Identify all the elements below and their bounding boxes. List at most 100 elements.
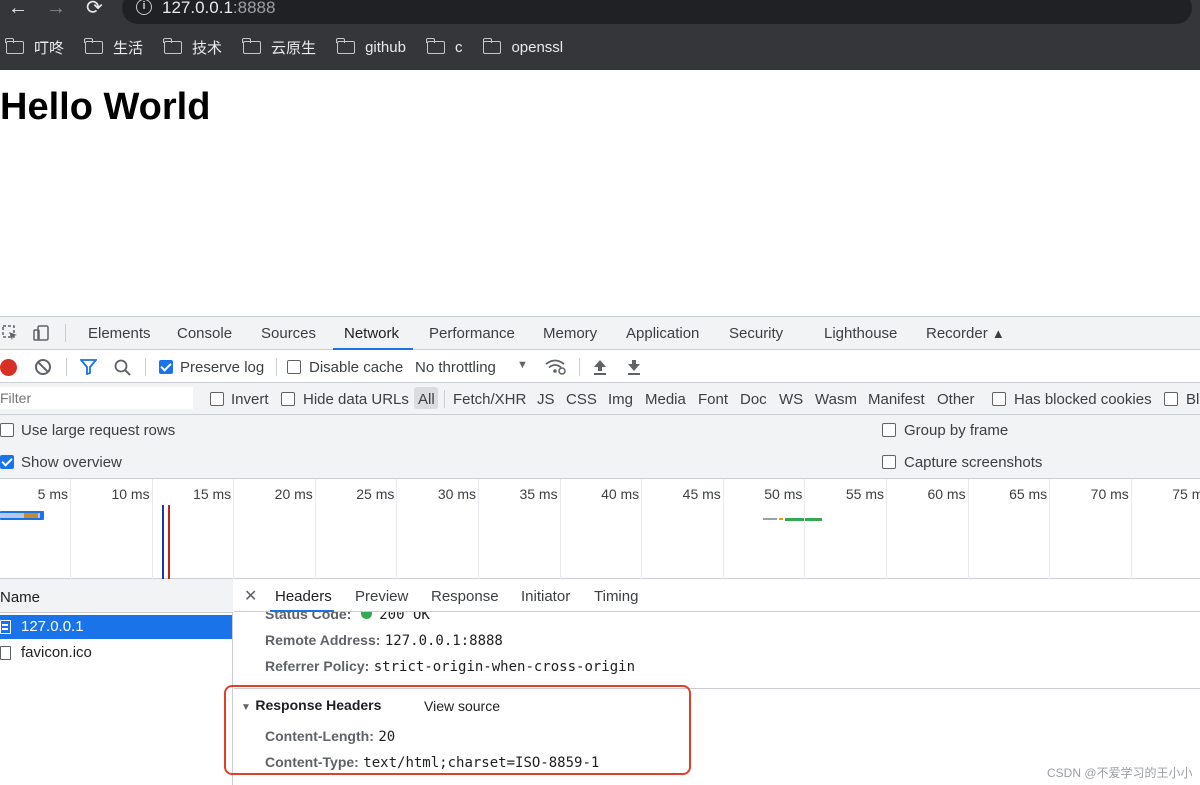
device-toolbar-icon[interactable] <box>33 325 49 341</box>
tab-performance[interactable]: Performance <box>429 325 515 342</box>
highlight-annotation-box <box>224 685 691 775</box>
group-by-frame-checkbox[interactable] <box>882 423 896 437</box>
tab-recorder[interactable]: Recorder ▲ <box>926 325 1005 342</box>
tab-preview[interactable]: Preview <box>355 588 408 605</box>
preserve-log-checkbox[interactable] <box>159 360 173 374</box>
network-settings: Use large request rows Show overview Gro… <box>0 415 1200 479</box>
folder-icon <box>84 37 104 54</box>
bookmark-folder[interactable]: github <box>336 37 406 56</box>
tab-timing[interactable]: Timing <box>594 588 638 605</box>
bookmark-folder[interactable]: openssl <box>482 37 563 56</box>
folder-icon <box>242 37 262 54</box>
overview-tick-label: 15 ms <box>193 486 232 502</box>
url-text[interactable]: 127.0.0.1:8888 <box>162 0 275 18</box>
bookmark-folder[interactable]: 云原生 <box>242 37 316 58</box>
request-row[interactable]: favicon.ico <box>0 641 232 665</box>
type-filter-img[interactable]: Img <box>608 391 633 408</box>
type-filter-font[interactable]: Font <box>698 391 728 408</box>
inspect-element-icon[interactable] <box>2 325 18 341</box>
tab-application[interactable]: Application <box>626 325 699 342</box>
throttling-select[interactable]: No throttling <box>415 359 496 376</box>
overview-tick-label: 35 ms <box>519 486 558 502</box>
overview-gridline <box>1130 479 1132 579</box>
bookmark-folder[interactable]: 叮咚 <box>5 37 64 58</box>
divider <box>276 358 277 376</box>
clear-icon[interactable] <box>35 359 51 375</box>
tab-console[interactable]: Console <box>177 325 232 342</box>
overview-tick-label: 70 ms <box>1090 486 1129 502</box>
filter-icon[interactable] <box>80 359 97 375</box>
watermark: CSDN @不爱学习的王小小 <box>1047 766 1193 780</box>
network-toolbar: Preserve log Disable cache No throttling… <box>0 350 1200 383</box>
record-icon[interactable] <box>0 359 17 376</box>
divider <box>145 358 146 376</box>
overview-gridline <box>804 479 806 579</box>
tab-elements[interactable]: Elements <box>88 325 151 342</box>
type-filter-ws[interactable]: WS <box>779 391 803 408</box>
overview-gridline <box>641 479 643 579</box>
address-bar[interactable]: i 127.0.0.1:8888 <box>122 0 1192 24</box>
filter-input[interactable] <box>0 387 193 409</box>
group-by-frame-label: Group by frame <box>904 422 1009 439</box>
show-overview-checkbox[interactable] <box>0 455 14 469</box>
browser-chrome: ← → ⟳ i 127.0.0.1:8888 叮咚 生活 技术 云原生 gith… <box>0 0 1200 70</box>
overview-tick-label: 65 ms <box>1009 486 1048 502</box>
overview-gridline <box>478 479 479 579</box>
upload-icon[interactable] <box>592 359 608 375</box>
capture-screenshots-checkbox[interactable] <box>882 455 896 469</box>
type-filter-css[interactable]: CSS <box>566 391 597 408</box>
overview-gridline <box>151 479 153 579</box>
folder-icon <box>5 37 24 54</box>
folder-icon <box>336 37 356 54</box>
request-list: Name 127.0.0.1 favicon.ico <box>0 579 233 785</box>
name-column-header[interactable]: Name <box>0 589 40 606</box>
tab-network[interactable]: Network <box>344 325 399 342</box>
flask-icon: ▲ <box>991 326 1005 341</box>
reload-icon[interactable]: ⟳ <box>86 0 103 18</box>
tab-memory[interactable]: Memory <box>543 325 597 342</box>
divider <box>65 324 66 342</box>
timing-bar <box>24 513 38 518</box>
info-icon[interactable]: i <box>136 0 152 15</box>
has-blocked-cookies-checkbox[interactable] <box>992 392 1006 406</box>
divider <box>66 358 67 376</box>
large-rows-checkbox[interactable] <box>0 423 14 437</box>
close-icon[interactable]: ✕ <box>244 586 257 606</box>
tab-security[interactable]: Security <box>729 325 783 342</box>
disable-cache-label: Disable cache <box>309 359 404 376</box>
blocked-requests-checkbox[interactable] <box>1164 392 1178 406</box>
search-icon[interactable] <box>114 359 131 376</box>
tab-response[interactable]: Response <box>431 588 499 605</box>
type-filter-doc[interactable]: Doc <box>740 391 767 408</box>
overview-gridline <box>314 479 316 579</box>
type-filter-all[interactable]: All <box>418 391 435 408</box>
network-overview[interactable]: 5 ms 10 ms 15 ms 20 ms 25 ms 30 ms 35 ms 40 ms 4… <box>0 479 1200 579</box>
request-row[interactable]: 127.0.0.1 <box>0 615 232 639</box>
document-icon <box>0 620 11 634</box>
header-referrer-policy: Referrer Policy: strict-origin-when-cros… <box>265 658 636 675</box>
folder-icon <box>163 37 183 54</box>
overview-gridline <box>886 479 887 579</box>
bookmark-folder[interactable]: c <box>426 37 462 56</box>
type-filter-js[interactable]: JS <box>537 391 555 408</box>
network-conditions-icon[interactable] <box>545 359 567 375</box>
type-filter-manifest[interactable]: Manifest <box>868 391 925 408</box>
tab-sources[interactable]: Sources <box>261 325 316 342</box>
bookmark-folder[interactable]: 生活 <box>84 37 143 58</box>
download-icon[interactable] <box>626 359 642 375</box>
invert-checkbox[interactable] <box>210 392 224 406</box>
disable-cache-checkbox[interactable] <box>287 360 301 374</box>
tab-initiator[interactable]: Initiator <box>521 588 570 605</box>
type-filter-wasm[interactable]: Wasm <box>815 391 857 408</box>
tab-lighthouse[interactable]: Lighthouse <box>824 325 897 342</box>
back-arrow-icon[interactable]: ← <box>8 0 28 18</box>
type-filter-media[interactable]: Media <box>645 391 686 408</box>
type-filter-other[interactable]: Other <box>937 391 975 408</box>
hide-data-urls-checkbox[interactable] <box>281 392 295 406</box>
bookmark-folder[interactable]: 技术 <box>163 37 222 58</box>
forward-arrow-icon[interactable]: → <box>46 0 66 18</box>
chevron-down-icon[interactable]: ▼ <box>517 359 528 371</box>
overview-tick-label: 45 ms <box>682 486 721 502</box>
tab-headers[interactable]: Headers <box>275 588 332 605</box>
type-filter-fetch-xhr[interactable]: Fetch/XHR <box>453 391 526 408</box>
